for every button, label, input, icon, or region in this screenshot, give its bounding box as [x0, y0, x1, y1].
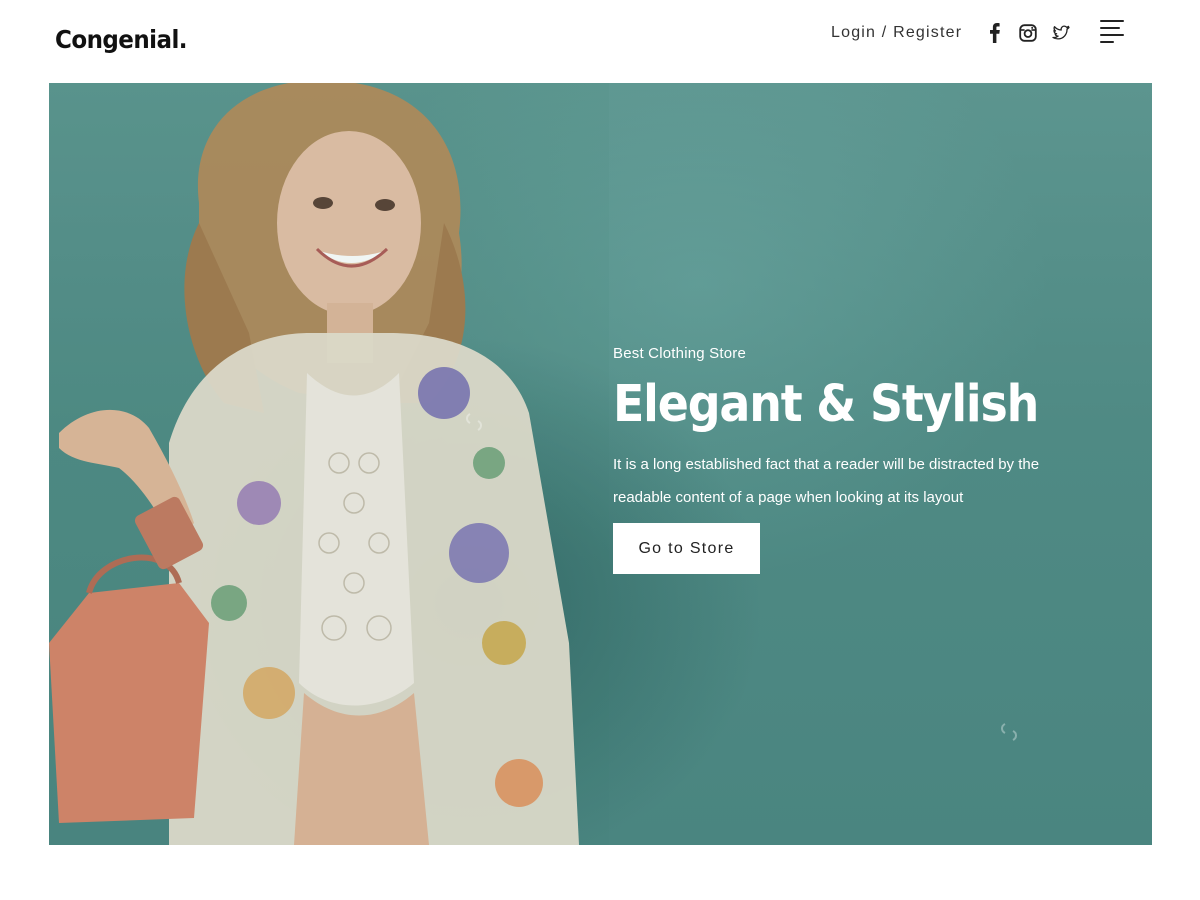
hamburger-menu-icon[interactable]: [1098, 18, 1126, 46]
twitter-icon[interactable]: [1049, 21, 1073, 45]
hero-title: Elegant & Stylish: [613, 375, 1039, 434]
social-links: [974, 21, 1073, 45]
hero-model-image: [49, 83, 609, 845]
hero-eyebrow: Best Clothing Store: [613, 345, 747, 362]
header-actions: Login / Register: [831, 18, 1073, 48]
login-register-link[interactable]: Login / Register: [831, 24, 962, 42]
page: Congenial. Login / Register Best Clothin…: [0, 0, 1200, 900]
hero-description: It is a long established fact that a rea…: [613, 456, 1040, 506]
go-to-store-button[interactable]: Go to Store: [613, 523, 760, 574]
facebook-icon[interactable]: [983, 21, 1007, 45]
decorative-link-glyph: [1000, 721, 1018, 748]
decorative-link-glyph: [465, 411, 483, 438]
hero-content: Best Clothing Store Elegant & Stylish It…: [613, 345, 1113, 574]
site-logo[interactable]: Congenial.: [55, 25, 188, 54]
instagram-icon[interactable]: [1016, 21, 1040, 45]
hero-banner: Best Clothing Store Elegant & Stylish It…: [49, 83, 1152, 845]
site-header: Congenial. Login / Register: [0, 0, 1200, 83]
